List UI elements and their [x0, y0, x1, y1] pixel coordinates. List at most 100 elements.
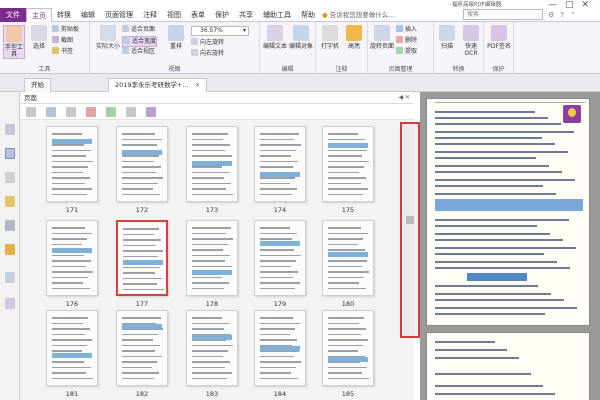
hint-button[interactable] [563, 105, 581, 123]
lock-icon[interactable] [5, 244, 15, 255]
search-input[interactable]: 搜索 [463, 9, 543, 20]
thumbnail-highlight-block [122, 150, 162, 155]
thumbnail-text-line [192, 133, 228, 135]
menu-tab[interactable]: 辅助工具 [258, 8, 296, 22]
rotate-page-button[interactable]: 旋转页面 [370, 25, 394, 50]
extract-button[interactable]: 提取 [396, 47, 417, 56]
document-text-line [435, 179, 575, 181]
scan-button[interactable]: 扫描 [435, 25, 459, 50]
extract-page-icon[interactable] [106, 107, 116, 117]
highlighted-scrollbar[interactable] [400, 122, 420, 338]
reflow-button[interactable]: 重排 [164, 25, 188, 50]
replace-page-icon[interactable] [126, 107, 136, 117]
quick-ocr-button[interactable]: 快速OCR [459, 25, 483, 57]
delete-button[interactable]: 删除 [396, 36, 417, 45]
close-button[interactable]: ✕ [582, 0, 590, 10]
fit-view-button[interactable]: 适合视区 [122, 47, 155, 56]
tab-start[interactable]: 开始 [24, 78, 51, 92]
bookmark-button[interactable]: 书签 [52, 47, 73, 56]
thumbnail-text-line [328, 243, 358, 245]
rotate-thumb-icon[interactable] [66, 107, 76, 117]
menu-tab[interactable]: 转换 [52, 8, 76, 22]
pages-panel-icon[interactable] [5, 148, 15, 159]
page-thumbnail[interactable] [46, 220, 98, 296]
thumbnail-text-line [328, 271, 369, 273]
bookmarks-icon[interactable] [5, 196, 15, 207]
thumbnail-grid: 171 172 173 174 175 176 177 178 179 180 181 182 183 1… [20, 120, 414, 400]
close-tab-icon[interactable]: ✕ [195, 81, 200, 89]
attachment-icon[interactable] [5, 220, 15, 231]
rotate-right-button[interactable]: 向右旋转 [191, 49, 224, 58]
pdf-sign-button[interactable]: PDF签名 [487, 25, 511, 50]
menu-tab[interactable]: 注释 [138, 8, 162, 22]
page-thumbnail[interactable] [186, 310, 238, 386]
tab-document[interactable]: 2019李永乐考研数学+... ✕ [108, 78, 208, 92]
select-button[interactable]: 选择 [28, 25, 50, 50]
signature-icon[interactable] [5, 298, 15, 309]
zoom-thumb-icon[interactable] [26, 107, 36, 117]
hand-nav-icon[interactable] [5, 124, 15, 135]
document-text-line [435, 185, 543, 187]
thumbnail-text-line [328, 322, 359, 324]
menu-tab[interactable]: 主页 [26, 8, 52, 22]
minimize-button[interactable]: — [548, 0, 557, 10]
help-icon[interactable]: ? [560, 11, 564, 19]
panel-controls[interactable]: ◀ ✕ [398, 92, 410, 104]
menu-tab[interactable]: 保护 [210, 8, 234, 22]
page-thumbnail[interactable] [322, 220, 374, 296]
menu-tab[interactable]: 页面管理 [100, 8, 138, 22]
comments-icon[interactable] [5, 272, 15, 283]
hand-tool-button[interactable]: 手型工具 [3, 25, 25, 59]
insert-button[interactable]: 插入 [396, 25, 417, 34]
scrollbar-thumb[interactable] [406, 216, 414, 224]
thumbnail-text-line [260, 238, 292, 240]
page-thumbnail[interactable] [322, 310, 374, 386]
delete-page-icon[interactable] [86, 107, 96, 117]
snapshot-button[interactable]: 截图 [52, 36, 73, 45]
menu-tab[interactable]: 共享 [234, 8, 258, 22]
typewriter-button[interactable]: 打字机 [318, 25, 342, 50]
page-thumbnail[interactable] [254, 220, 306, 296]
insert-page-icon[interactable] [46, 107, 56, 117]
properties-icon[interactable] [146, 107, 156, 117]
pen-icon [491, 25, 507, 41]
ribbon: 手型工具 选择 剪贴板 截图 书签 工具 实际大小 适合页面 适合宽度 适合视区… [0, 22, 600, 74]
tell-me-box[interactable]: ● 告诉我您想要做什么... [322, 9, 394, 19]
page-thumbnail[interactable] [46, 310, 98, 386]
page-thumbnail[interactable] [46, 126, 98, 202]
fit-width-button[interactable]: 适合宽度 [122, 36, 158, 47]
maximize-button[interactable]: □ [565, 0, 574, 10]
thumbnail-highlight-block [260, 241, 300, 246]
page-thumbnail[interactable] [254, 126, 306, 202]
collapse-ribbon-icon[interactable]: ⌃ [570, 11, 576, 19]
clipboard-button[interactable]: 剪贴板 [52, 25, 79, 34]
thumbnail-text-line [122, 366, 152, 368]
thumbnail-text-line [328, 149, 367, 151]
page-thumbnail[interactable] [116, 126, 168, 202]
menu-tab[interactable]: 文件 [0, 8, 26, 22]
edit-object-button[interactable]: 编辑对象 [289, 25, 313, 50]
page-thumbnail[interactable] [322, 126, 374, 202]
settings-icon[interactable]: ⚙ [548, 11, 554, 19]
zoom-select[interactable]: 36.57% ▾ [191, 26, 249, 36]
fit-page-button[interactable]: 适合页面 [122, 25, 155, 34]
thumbnail-text-line [192, 355, 223, 357]
edit-text-button[interactable]: 编辑文本 [263, 25, 287, 50]
rotate-left-button[interactable]: 向左旋转 [191, 38, 224, 47]
page-thumbnail[interactable] [254, 310, 306, 386]
highlight-button[interactable]: 高亮 [342, 25, 366, 50]
menu-tab[interactable]: 表单 [186, 8, 210, 22]
menu-tab[interactable]: 视图 [162, 8, 186, 22]
page-thumbnail[interactable] [186, 220, 238, 296]
menu-tab[interactable]: 帮助 [296, 8, 320, 22]
layers-icon[interactable] [5, 172, 15, 183]
actual-size-button[interactable]: 实际大小 [96, 25, 120, 50]
page-number-label: 171 [65, 206, 79, 214]
thumbnail-text-line [260, 188, 297, 190]
page-thumbnail[interactable] [116, 220, 168, 296]
menu-tab[interactable]: 编辑 [76, 8, 100, 22]
insert-icon [396, 25, 403, 32]
page-thumbnail[interactable] [186, 126, 238, 202]
page-thumbnail[interactable] [116, 310, 168, 386]
thumbnail-text-line [122, 193, 160, 195]
